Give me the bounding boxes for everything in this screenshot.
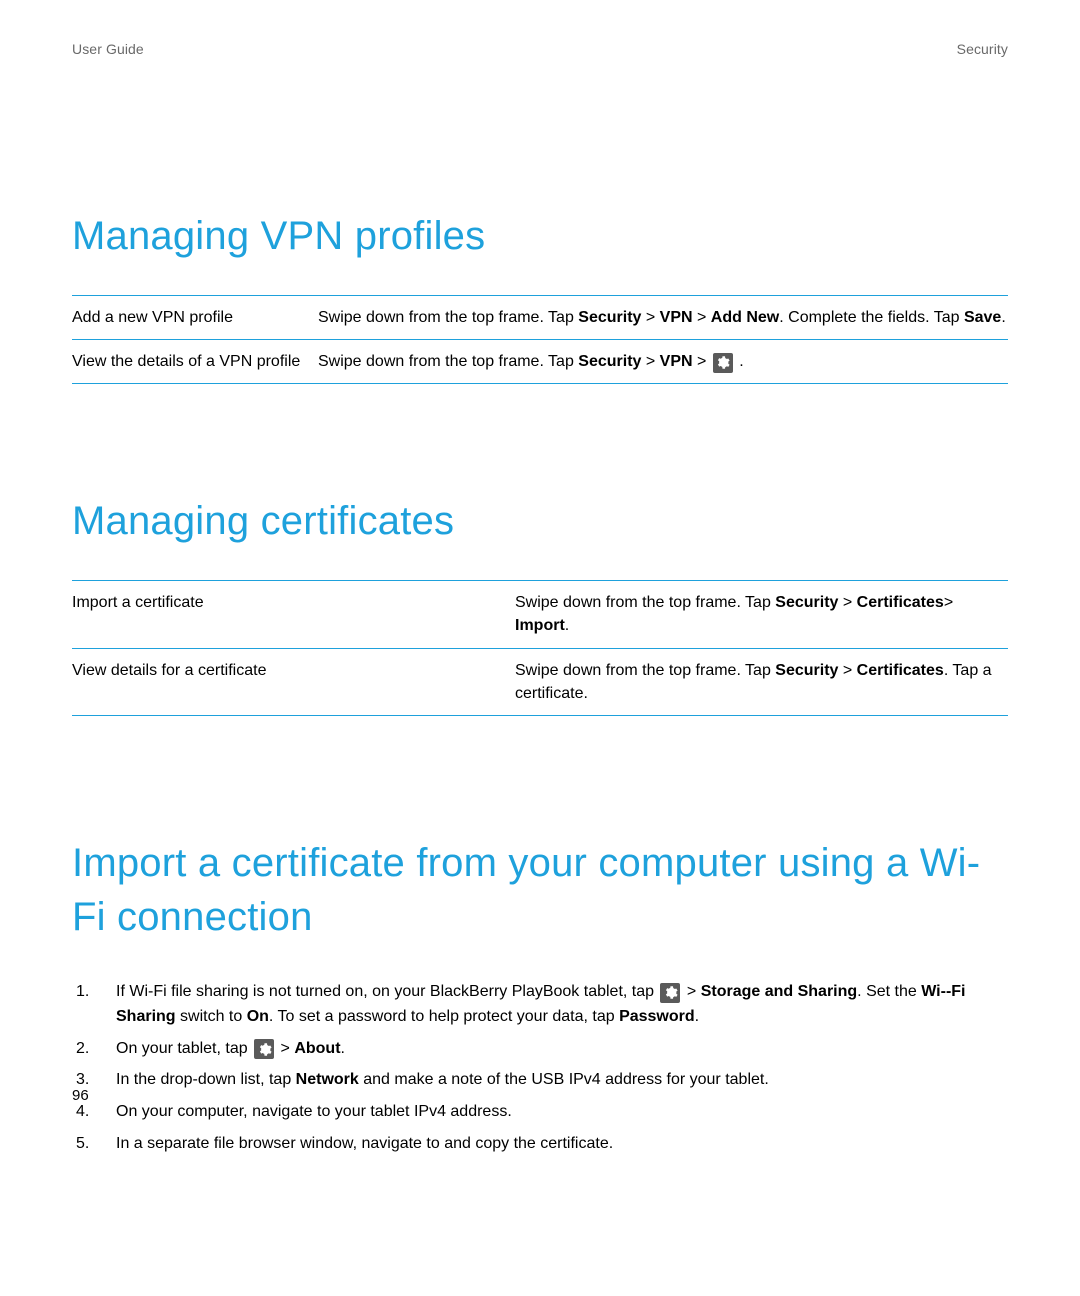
section-import-cert-wifi: Import a certificate from your computer … [72, 836, 1008, 1157]
table-row: Import a certificate Swipe down from the… [72, 581, 1008, 648]
header-left: User Guide [72, 40, 144, 59]
page-header: User Guide Security [72, 40, 1008, 59]
row-label: View the details of a VPN profile [72, 350, 318, 373]
section-certificates: Managing certificates Import a certifica… [72, 494, 1008, 716]
row-label: Add a new VPN profile [72, 306, 318, 329]
table-certificates: Import a certificate Swipe down from the… [72, 580, 1008, 716]
row-description: Swipe down from the top frame. Tap Secur… [515, 591, 1008, 637]
heading-vpn-profiles: Managing VPN profiles [72, 209, 1008, 263]
heading-certificates: Managing certificates [72, 494, 1008, 548]
page: User Guide Security Managing VPN profile… [0, 0, 1080, 1296]
list-item: If Wi-Fi file sharing is not turned on, … [72, 980, 1008, 1030]
row-description: Swipe down from the top frame. Tap Secur… [318, 306, 1008, 329]
gear-icon [660, 983, 680, 1003]
list-item: In a separate file browser window, navig… [72, 1132, 1008, 1157]
list-item: In the drop-down list, tap Network and m… [72, 1068, 1008, 1093]
row-label: View details for a certificate [72, 659, 515, 705]
row-label: Import a certificate [72, 591, 515, 637]
list-item: On your computer, navigate to your table… [72, 1100, 1008, 1125]
table-row: View the details of a VPN profile Swipe … [72, 340, 1008, 384]
row-description: Swipe down from the top frame. Tap Secur… [515, 659, 1008, 705]
page-number: 96 [72, 1086, 89, 1106]
table-row: View details for a certificate Swipe dow… [72, 649, 1008, 716]
table-vpn-profiles: Add a new VPN profile Swipe down from th… [72, 295, 1008, 384]
gear-icon [713, 353, 733, 373]
gear-icon [254, 1039, 274, 1059]
row-description: Swipe down from the top frame. Tap Secur… [318, 350, 1008, 373]
table-row: Add a new VPN profile Swipe down from th… [72, 296, 1008, 340]
heading-import-cert-wifi: Import a certificate from your computer … [72, 836, 1008, 944]
list-item: On your tablet, tap > About. [72, 1037, 1008, 1062]
steps-list: If Wi-Fi file sharing is not turned on, … [72, 980, 1008, 1157]
header-right: Security [957, 40, 1008, 59]
